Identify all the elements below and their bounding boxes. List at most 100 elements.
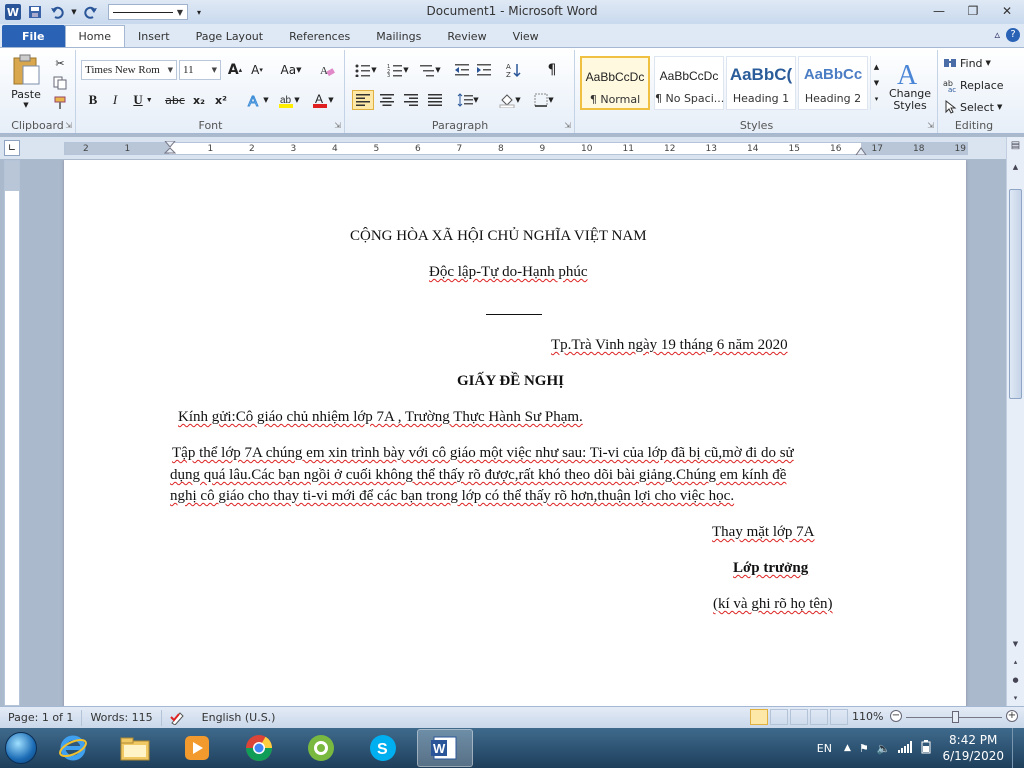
coccoc-browser-icon[interactable] [293,729,349,767]
chrome-icon[interactable] [231,729,287,767]
tab-file[interactable]: File [2,25,65,47]
paste-button[interactable]: Paste ▼ [6,52,46,110]
styles-scroll-up-icon[interactable]: ▲ [874,63,879,71]
indent-marker-icon[interactable] [164,141,176,155]
zoom-out-icon[interactable]: − [890,710,902,722]
align-center-button[interactable] [376,90,398,110]
show-formatting-icon[interactable]: ¶ [542,60,562,80]
grow-font-button[interactable]: A ▴ [225,60,245,80]
scroll-up-icon[interactable]: ▲ [1007,159,1024,175]
styles-scroll-down-icon[interactable]: ▼ [874,79,879,87]
tab-mailings[interactable]: Mailings [363,25,434,47]
line-style-picker[interactable]: ▼ [108,4,188,20]
ruler-toggle-icon[interactable]: ▤ [1007,137,1024,153]
numbering-button[interactable]: 1 2 3 ▼ [384,60,412,80]
undo-icon[interactable] [48,3,66,21]
select-browse-object-icon[interactable]: ● [1007,672,1024,688]
show-hidden-icons[interactable]: ▲ [844,743,851,753]
start-button[interactable] [0,728,42,768]
styles-more-icon[interactable]: ▾ [875,95,879,103]
shrink-font-button[interactable]: A ▾ [247,60,267,80]
minimize-ribbon-icon[interactable]: ▵ [994,28,1000,42]
font-name-combo[interactable]: Times New Rom ▼ [81,60,177,80]
input-language[interactable]: EN [817,742,832,755]
document-page[interactable]: CỘNG HÒA XÃ HỘI CHỦ NGHĨA VIỆT NAM Độc l… [64,160,966,706]
ruler-bar[interactable]: 2 1 1 2 3 4 5 6 7 8 9 10 11 12 13 14 15 16 17 18 19 [64,141,968,155]
select-button[interactable]: Select ▼ [943,98,1005,116]
zoom-level[interactable]: 110% [852,710,883,723]
page-count[interactable]: Page: 1 of 1 [0,709,83,726]
minimize-button[interactable]: — [922,0,956,22]
redo-icon[interactable] [82,3,100,21]
tab-view[interactable]: View [500,25,552,47]
full-screen-reading-icon[interactable] [770,709,788,725]
tab-home[interactable]: Home [64,25,125,47]
style-no-spacing[interactable]: AaBbCcDc ¶ No Spaci... [654,56,724,110]
find-button[interactable]: Find ▼ [943,54,1005,72]
decrease-indent-icon[interactable] [452,60,472,80]
replace-button[interactable]: ab ac Replace [943,76,1005,94]
increase-indent-icon[interactable] [474,60,494,80]
network-icon[interactable] [898,740,913,756]
volume-icon[interactable]: 🔈 [877,742,891,755]
superscript-button[interactable]: x² [211,90,231,110]
word-taskbar-icon[interactable]: W [417,729,473,767]
zoom-slider-thumb[interactable] [952,711,959,723]
italic-button[interactable]: I [105,90,125,110]
proofing-icon[interactable] [162,710,194,726]
underline-button[interactable]: U ▼ [129,90,157,110]
previous-page-icon[interactable]: ▴ [1007,654,1024,670]
multilevel-list-button[interactable]: ▼ [416,60,444,80]
word-count[interactable]: Words: 115 [82,709,162,726]
clipboard-launcher-icon[interactable]: ⇲ [65,121,72,130]
word-app-icon[interactable]: W [4,3,22,21]
sort-icon[interactable]: AZ [504,60,524,80]
style-heading-1[interactable]: AaBbC( Heading 1 [726,56,796,110]
scroll-down-icon[interactable]: ▼ [1007,636,1024,652]
skype-icon[interactable]: S [355,729,411,767]
style-normal[interactable]: AaBbCcDc ¶ Normal [580,56,650,110]
cut-icon[interactable]: ✂ [50,54,70,72]
media-player-icon[interactable] [169,729,225,767]
bullets-button[interactable]: ▼ [352,60,380,80]
bold-button[interactable]: B [83,90,103,110]
save-icon[interactable] [26,3,44,21]
power-icon[interactable] [920,739,932,757]
tab-page-layout[interactable]: Page Layout [183,25,277,47]
font-size-combo[interactable]: 11 ▼ [179,60,221,80]
restore-button[interactable]: ❐ [956,0,990,22]
change-styles-button[interactable]: A Change Styles [886,52,934,118]
next-page-icon[interactable]: ▾ [1007,690,1024,706]
align-left-button[interactable] [352,90,374,110]
style-heading-2[interactable]: AaBbCc Heading 2 [798,56,868,110]
scroll-thumb[interactable] [1009,189,1022,399]
undo-dropdown-icon[interactable]: ▼ [70,3,78,21]
styles-launcher-icon[interactable]: ⇲ [927,121,934,130]
action-center-icon[interactable]: ⚑ [859,742,869,755]
web-layout-icon[interactable] [790,709,808,725]
customize-qat-icon[interactable]: ▾ [190,3,208,21]
right-indent-marker-icon[interactable] [855,145,867,155]
justify-button[interactable] [424,90,446,110]
close-button[interactable]: ✕ [990,0,1024,22]
tab-review[interactable]: Review [434,25,499,47]
help-icon[interactable]: ? [1006,28,1020,42]
show-desktop-button[interactable] [1012,728,1024,768]
tab-selector[interactable]: ∟ [4,140,20,156]
language-status[interactable]: English (U.S.) [194,710,284,726]
clear-formatting-icon[interactable]: A [317,60,337,80]
highlight-button[interactable]: ab ▼ [275,90,303,110]
borders-button[interactable]: ▼ [530,90,558,110]
styles-scroll[interactable]: ▲ ▼ ▾ [870,56,882,110]
paragraph-launcher-icon[interactable]: ⇲ [564,121,571,130]
tab-references[interactable]: References [276,25,363,47]
text-effects-button[interactable]: A ▼ [245,90,271,110]
tab-insert[interactable]: Insert [125,25,183,47]
copy-icon[interactable] [50,74,70,92]
internet-explorer-icon[interactable] [45,729,101,767]
strikethrough-button[interactable]: abc [163,90,187,110]
zoom-in-icon[interactable]: + [1006,710,1018,722]
format-painter-icon[interactable] [50,94,70,112]
vertical-scrollbar[interactable]: ▤ ▲ ▼ ▴ ● ▾ [1006,137,1024,706]
clock[interactable]: 8:42 PM 6/19/2020 [942,732,1004,764]
